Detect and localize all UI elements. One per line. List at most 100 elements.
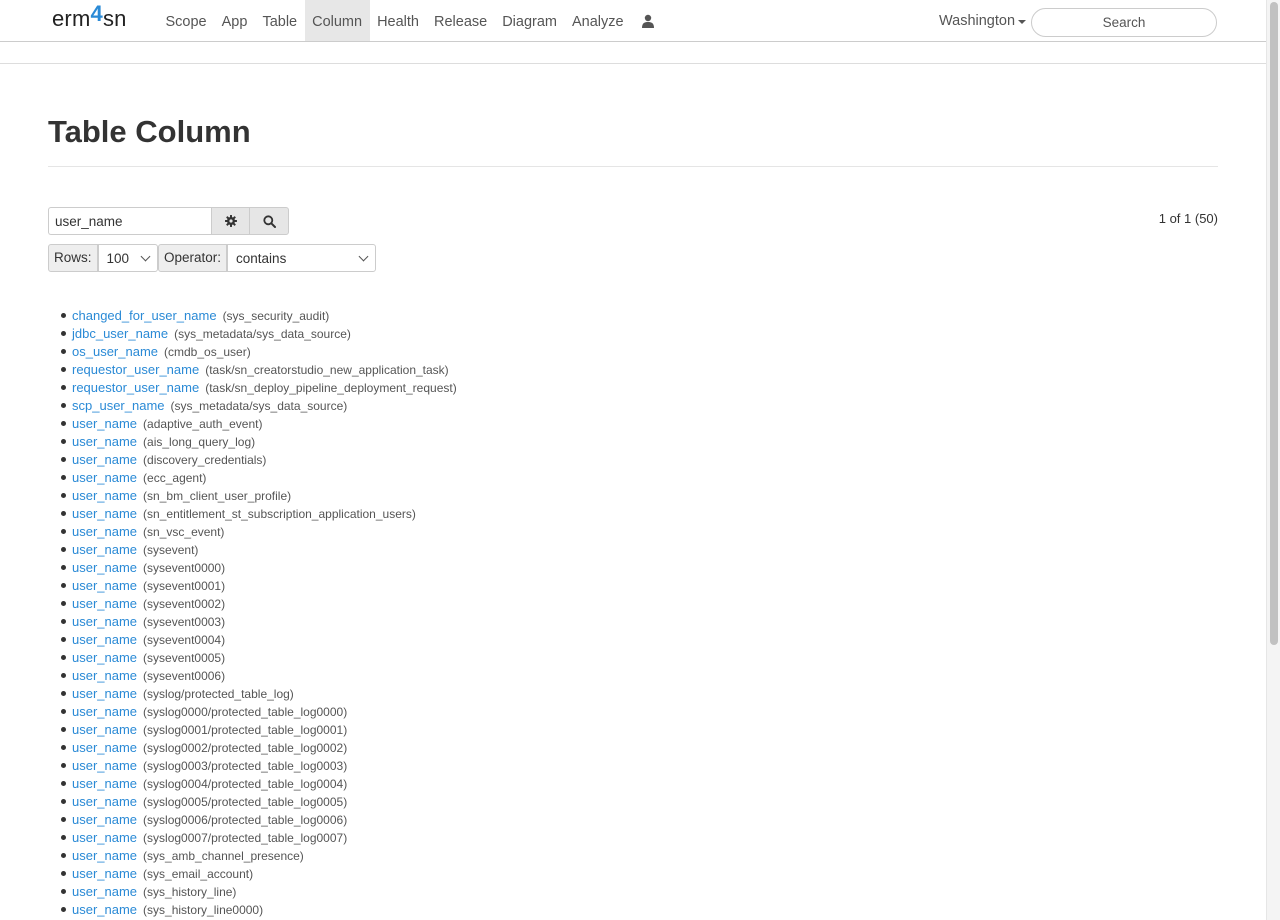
- bullet-icon: [61, 421, 66, 426]
- bullet-icon: [61, 547, 66, 552]
- global-search-input[interactable]: [1031, 8, 1217, 37]
- search-button[interactable]: [249, 207, 289, 235]
- table-name: (sys_email_account): [143, 867, 254, 881]
- table-name: (sn_entitlement_st_subscription_applicat…: [143, 507, 416, 521]
- column-link[interactable]: user_name: [72, 722, 137, 737]
- chevron-down-icon: [140, 251, 150, 261]
- nav-item-column[interactable]: Column: [304, 0, 370, 41]
- column-link[interactable]: requestor_user_name: [72, 380, 199, 395]
- list-item: user_name (syslog0002/protected_table_log…: [60, 738, 457, 756]
- list-item: scp_user_name (sys_metadata/sys_data_sour…: [60, 396, 457, 414]
- rows-value: 100: [106, 250, 130, 266]
- operator-select[interactable]: contains: [227, 244, 377, 272]
- result-list: changed_for_user_name (sys_security_audit…: [60, 306, 457, 918]
- column-link[interactable]: user_name: [72, 470, 137, 485]
- nav-item-health[interactable]: Health: [370, 0, 427, 41]
- page-title: Table Column: [48, 114, 251, 149]
- brand-logo[interactable]: erm4sn: [52, 1, 127, 32]
- nav-item-analyze[interactable]: Analyze: [565, 0, 632, 41]
- table-name: (syslog0006/protected_table_log0006): [143, 813, 348, 827]
- column-link[interactable]: user_name: [72, 416, 137, 431]
- column-link[interactable]: user_name: [72, 560, 137, 575]
- table-name: (sysevent0004): [143, 633, 226, 647]
- bullet-icon: [61, 727, 66, 732]
- brand-four: 4: [90, 1, 103, 26]
- scrollbar[interactable]: [1266, 0, 1280, 920]
- column-link[interactable]: user_name: [72, 596, 137, 611]
- bullet-icon: [61, 691, 66, 696]
- column-link[interactable]: user_name: [72, 848, 137, 863]
- rows-select[interactable]: 100: [97, 244, 158, 272]
- column-link[interactable]: user_name: [72, 650, 137, 665]
- list-item: requestor_user_name (task/sn_creatorstudi…: [60, 360, 457, 378]
- nav-item-diagram[interactable]: Diagram: [495, 0, 565, 41]
- table-name: (syslog0004/protected_table_log0004): [143, 777, 348, 791]
- list-item: user_name (sysevent0003): [60, 612, 457, 630]
- column-link[interactable]: user_name: [72, 434, 137, 449]
- table-name: (sys_metadata/sys_data_source): [170, 399, 348, 413]
- bullet-icon: [61, 529, 66, 534]
- operator-control: Operator: contains: [158, 244, 377, 272]
- column-link[interactable]: user_name: [72, 632, 137, 647]
- column-link[interactable]: user_name: [72, 902, 137, 917]
- rows-control: Rows: 100: [48, 244, 158, 272]
- bullet-icon: [61, 313, 66, 318]
- nav-item-scope[interactable]: Scope: [158, 0, 214, 41]
- table-name: (syslog0001/protected_table_log0001): [143, 723, 348, 737]
- nav-item-release[interactable]: Release: [427, 0, 495, 41]
- column-link[interactable]: user_name: [72, 704, 137, 719]
- list-item: os_user_name (cmdb_os_user): [60, 342, 457, 360]
- instance-label: Washington: [939, 13, 1016, 29]
- filter-input[interactable]: [48, 207, 212, 235]
- column-link[interactable]: user_name: [72, 884, 137, 899]
- column-link[interactable]: user_name: [72, 794, 137, 809]
- column-link[interactable]: user_name: [72, 740, 137, 755]
- list-item: user_name (discovery_credentials): [60, 450, 457, 468]
- list-item: user_name (syslog0007/protected_table_log…: [60, 828, 457, 846]
- column-link[interactable]: user_name: [72, 578, 137, 593]
- list-item: user_name (sys_history_line): [60, 882, 457, 900]
- column-link[interactable]: user_name: [72, 614, 137, 629]
- user-icon[interactable]: [631, 0, 665, 41]
- nav-right: Washington: [939, 0, 1027, 42]
- column-link[interactable]: user_name: [72, 758, 137, 773]
- bullet-icon: [61, 457, 66, 462]
- column-link[interactable]: user_name: [72, 506, 137, 521]
- list-item: user_name (ecc_agent): [60, 468, 457, 486]
- bullet-icon: [61, 349, 66, 354]
- column-link[interactable]: user_name: [72, 452, 137, 467]
- table-name: (cmdb_os_user): [164, 345, 251, 359]
- instance-dropdown[interactable]: Washington: [939, 13, 1027, 29]
- table-name: (syslog0000/protected_table_log0000): [143, 705, 348, 719]
- column-link[interactable]: user_name: [72, 524, 137, 539]
- column-link[interactable]: user_name: [72, 542, 137, 557]
- list-item: user_name (syslog0006/protected_table_log…: [60, 810, 457, 828]
- list-item: user_name (syslog0005/protected_table_log…: [60, 792, 457, 810]
- bullet-icon: [61, 367, 66, 372]
- nav-item-table[interactable]: Table: [255, 0, 305, 41]
- column-link[interactable]: jdbc_user_name: [72, 326, 168, 341]
- column-link[interactable]: user_name: [72, 866, 137, 881]
- column-link[interactable]: user_name: [72, 830, 137, 845]
- scrollbar-thumb[interactable]: [1270, 2, 1278, 645]
- column-link[interactable]: scp_user_name: [72, 398, 165, 413]
- table-name: (ecc_agent): [143, 471, 207, 485]
- bullet-icon: [61, 781, 66, 786]
- settings-button[interactable]: [211, 207, 250, 235]
- nav-item-app[interactable]: App: [214, 0, 255, 41]
- list-item: user_name (sysevent0006): [60, 666, 457, 684]
- column-link[interactable]: user_name: [72, 488, 137, 503]
- column-link[interactable]: changed_for_user_name: [72, 308, 217, 323]
- column-link[interactable]: user_name: [72, 686, 137, 701]
- column-link[interactable]: user_name: [72, 668, 137, 683]
- table-name: (sysevent0005): [143, 651, 226, 665]
- column-link[interactable]: requestor_user_name: [72, 362, 199, 377]
- list-item: user_name (syslog0004/protected_table_log…: [60, 774, 457, 792]
- column-link[interactable]: os_user_name: [72, 344, 158, 359]
- list-item: user_name (sys_email_account): [60, 864, 457, 882]
- column-link[interactable]: user_name: [72, 812, 137, 827]
- column-link[interactable]: user_name: [72, 776, 137, 791]
- operator-label: Operator:: [158, 244, 228, 272]
- title-divider: [48, 166, 1218, 167]
- subnav-divider: [0, 63, 1266, 64]
